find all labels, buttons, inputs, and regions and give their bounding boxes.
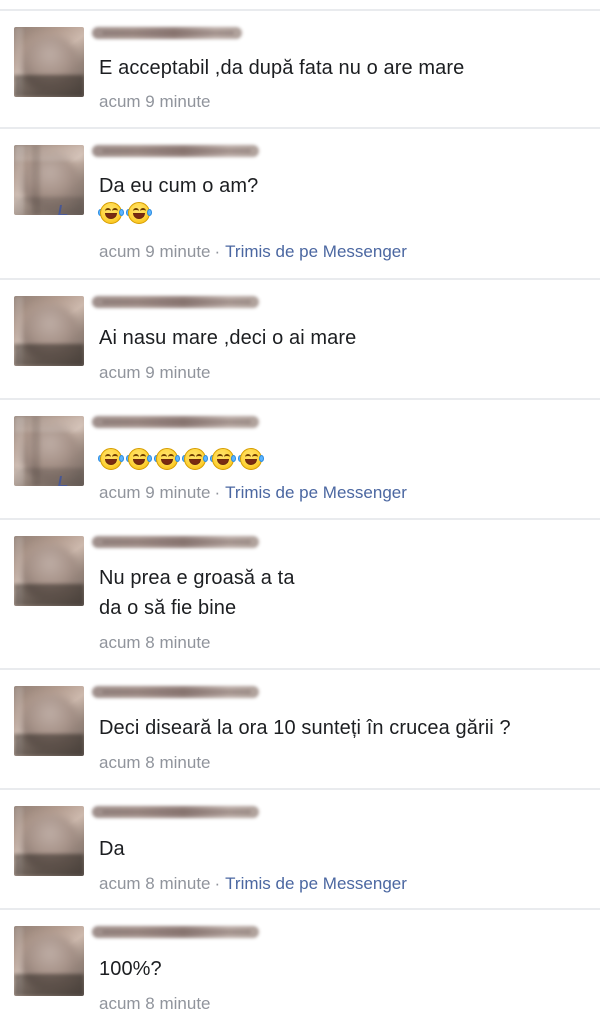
- avatar-mark-4: [58, 476, 69, 486]
- comment-time-5: acum 8 minute: [99, 633, 211, 652]
- comment-time-2: acum 9 minute: [99, 242, 211, 261]
- sent-from-messenger-link-7[interactable]: Trimis de pe Messenger: [225, 874, 407, 893]
- blurred-author-name-3[interactable]: [92, 296, 259, 308]
- comment-time-6: acum 8 minute: [99, 753, 211, 772]
- sent-from-messenger-link-4[interactable]: Trimis de pe Messenger: [225, 483, 407, 502]
- comment-item-5: Nu prea e groasă a ta da o să fie bine a…: [0, 520, 600, 670]
- comment-text-1: E acceptabil ,da după fata nu o are mare: [99, 57, 465, 79]
- comment-text-2: Da eu cum o am?: [99, 175, 259, 197]
- blurred-author-name-4[interactable]: [92, 416, 259, 428]
- comment-text-7: Da: [99, 838, 125, 860]
- blurred-author-name-1[interactable]: [92, 27, 242, 39]
- avatar-8[interactable]: [14, 926, 84, 996]
- comment-meta-6: acum 8 minute: [99, 753, 211, 773]
- comment-time-8: acum 8 minute: [99, 994, 211, 1013]
- comment-time-3: acum 9 minute: [99, 363, 211, 382]
- comment-time-1: acum 9 minute: [99, 92, 211, 111]
- comments-feed: E acceptabil ,da după fata nu o are mare…: [0, 0, 600, 1026]
- tears-of-joy-icon: [210, 447, 239, 471]
- comment-meta-4: acum 9 minute · Trimis de pe Messenger: [99, 483, 407, 503]
- blurred-author-name-7[interactable]: [92, 806, 259, 818]
- emoji-row-2: [98, 201, 155, 225]
- avatar-mark-2: [58, 205, 69, 215]
- comment-meta-1: acum 9 minute: [99, 92, 211, 112]
- comment-meta-3: acum 9 minute: [99, 363, 211, 383]
- comment-time-7: acum 8 minute: [99, 874, 211, 893]
- meta-separator-2: ·: [214, 242, 221, 261]
- avatar-2[interactable]: [14, 145, 84, 215]
- blurred-author-name-2[interactable]: [92, 145, 259, 157]
- comment-meta-7: acum 8 minute · Trimis de pe Messenger: [99, 874, 407, 894]
- blurred-author-name-5[interactable]: [92, 536, 259, 548]
- comment-text-5: Nu prea e groasă a ta da o să fie bine: [99, 567, 295, 619]
- tears-of-joy-icon: [154, 447, 183, 471]
- comment-text-6: Deci diseară la ora 10 sunteți în crucea…: [99, 717, 511, 739]
- tears-of-joy-icon: [238, 447, 267, 471]
- comment-text-8: 100%?: [99, 958, 162, 980]
- avatar-1[interactable]: [14, 27, 84, 97]
- avatar-3[interactable]: [14, 296, 84, 366]
- comment-meta-8: acum 8 minute: [99, 994, 211, 1014]
- tears-of-joy-icon: [98, 201, 127, 225]
- avatar-6[interactable]: [14, 686, 84, 756]
- comment-meta-2: acum 9 minute · Trimis de pe Messenger: [99, 242, 407, 262]
- comment-item-1: E acceptabil ,da după fata nu o are mare…: [0, 11, 600, 129]
- comment-item-2: Da eu cum o am? acum 9 minute · Trimis de …: [0, 129, 600, 280]
- tears-of-joy-icon: [182, 447, 211, 471]
- comment-meta-5: acum 8 minute: [99, 633, 211, 653]
- blurred-author-name-6[interactable]: [92, 686, 259, 698]
- avatar-5[interactable]: [14, 536, 84, 606]
- avatar-7[interactable]: [14, 806, 84, 876]
- tears-of-joy-icon: [126, 201, 155, 225]
- comment-item-4: acum 9 minute · Trimis de pe Messenger: [0, 400, 600, 520]
- comment-item-8: 100%? acum 8 minute: [0, 910, 600, 1026]
- comment-text-3: Ai nasu mare ,deci o ai mare: [99, 327, 357, 349]
- comment-item-7: Da acum 8 minute · Trimis de pe Messenger: [0, 790, 600, 910]
- tears-of-joy-icon: [126, 447, 155, 471]
- avatar-4[interactable]: [14, 416, 84, 486]
- blurred-author-name-8[interactable]: [92, 926, 259, 938]
- emoji-row-4: [98, 447, 267, 471]
- meta-separator-7: ·: [214, 874, 221, 893]
- meta-separator-4: ·: [214, 483, 221, 502]
- tears-of-joy-icon: [98, 447, 127, 471]
- comment-time-4: acum 9 minute: [99, 483, 211, 502]
- comment-item-3: Ai nasu mare ,deci o ai mare acum 9 minu…: [0, 280, 600, 400]
- comment-item-6: Deci diseară la ora 10 sunteți în crucea…: [0, 670, 600, 790]
- sent-from-messenger-link-2[interactable]: Trimis de pe Messenger: [225, 242, 407, 261]
